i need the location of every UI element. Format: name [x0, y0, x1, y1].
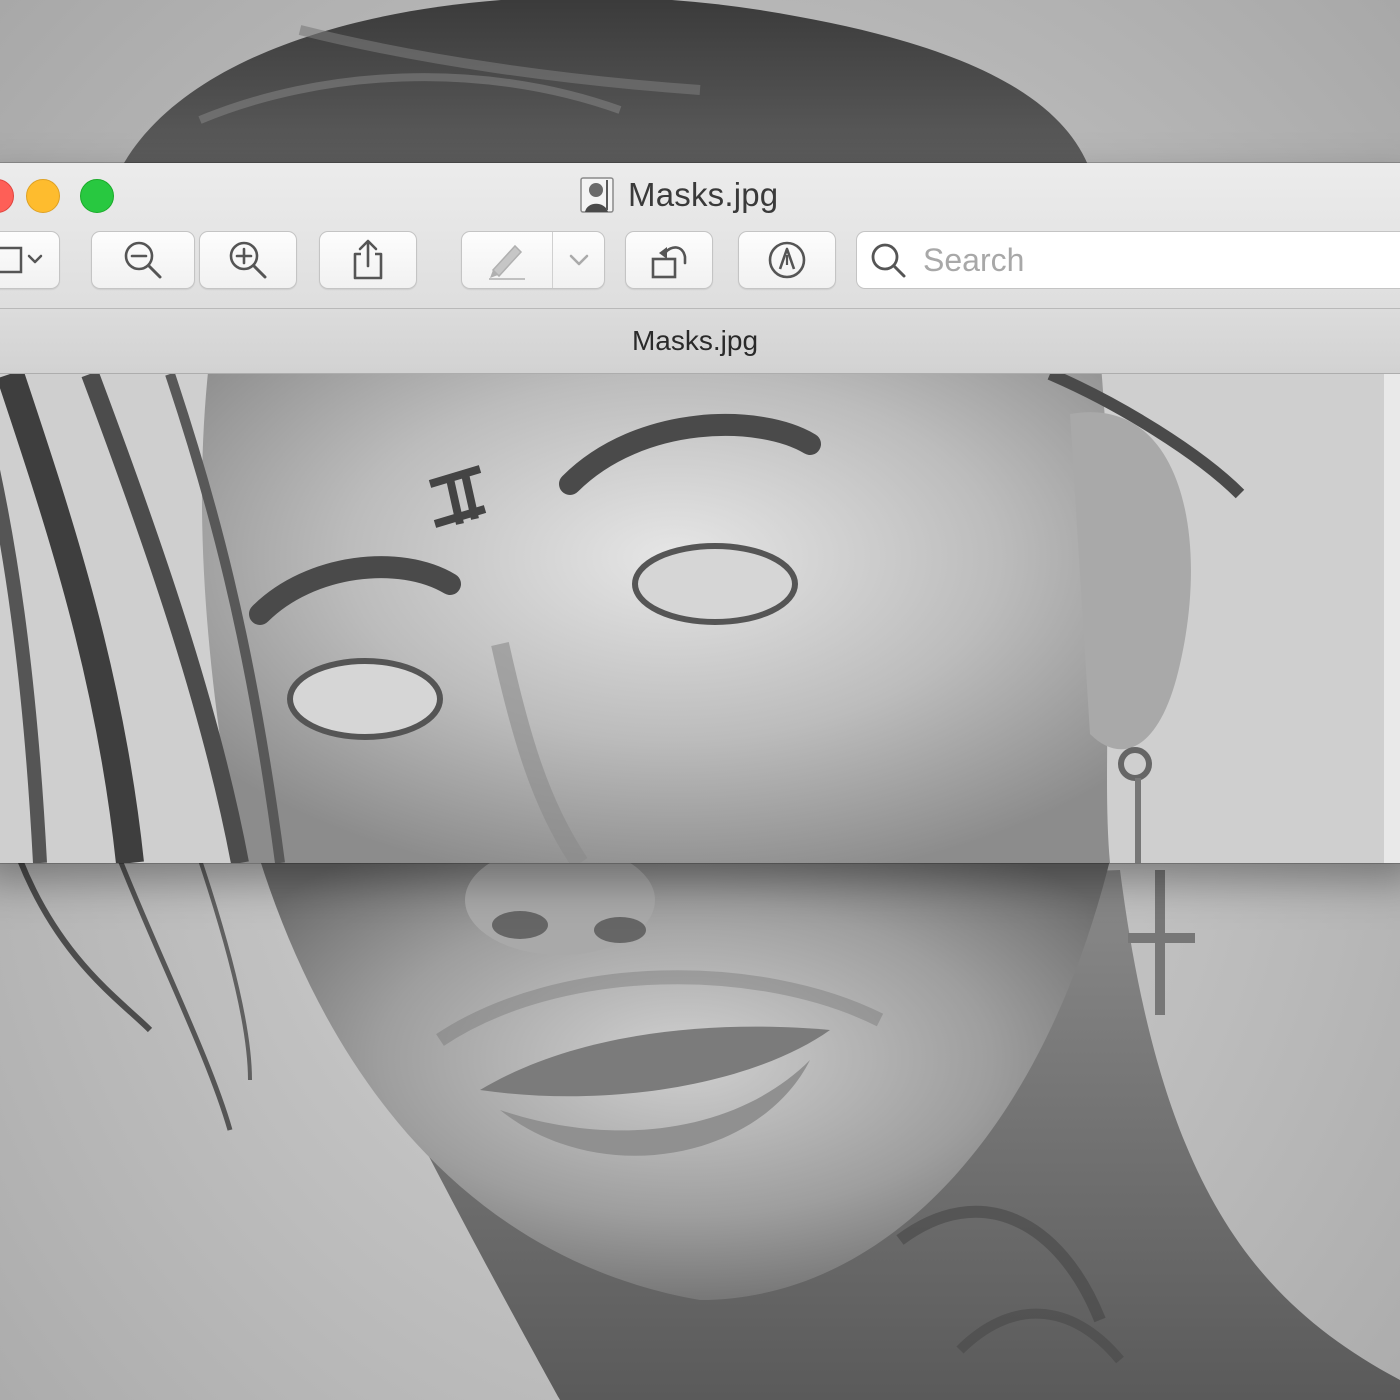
zoom-in-icon [229, 241, 267, 279]
maximize-window-button[interactable] [80, 179, 114, 213]
minimize-window-button[interactable] [26, 179, 60, 213]
rotate-button[interactable] [625, 231, 713, 289]
vertical-scrollbar[interactable] [1383, 374, 1400, 863]
zoom-in-button[interactable] [199, 231, 297, 289]
image-preview [0, 374, 1400, 863]
chevron-down-icon [569, 254, 588, 266]
annotate-button[interactable] [738, 231, 836, 289]
search-field[interactable] [856, 231, 1400, 289]
close-window-button[interactable] [0, 179, 14, 213]
zoom-out-button[interactable] [91, 231, 195, 289]
share-icon [353, 239, 383, 280]
window-title: Masks.jpg [628, 176, 779, 213]
zoom-out-icon [124, 241, 162, 279]
desktop-scene: Masks.jpg Search Masks.jpg [0, 0, 1400, 1400]
view-menu-button[interactable] [0, 231, 60, 289]
document-thumbnail-icon [580, 177, 614, 213]
sidebar-view-icon [0, 246, 43, 274]
image-canvas[interactable] [0, 374, 1400, 863]
preview-window: Masks.jpg Search Masks.jpg [0, 163, 1400, 863]
markup-menu-segment[interactable] [553, 232, 604, 288]
markup-circle-icon [768, 241, 806, 279]
pen-tool-segment[interactable] [462, 232, 553, 288]
window-title-area: Masks.jpg [580, 176, 779, 213]
pen-icon [489, 244, 525, 280]
share-button[interactable] [319, 231, 417, 289]
document-tab-bar: Masks.jpg [0, 309, 1400, 374]
search-input[interactable] [921, 240, 1400, 280]
document-tab-title[interactable]: Masks.jpg [632, 325, 758, 357]
search-icon [871, 243, 906, 278]
rotate-left-icon [651, 246, 687, 279]
markup-button[interactable] [461, 231, 605, 289]
title-bar: Masks.jpg [0, 163, 1400, 309]
